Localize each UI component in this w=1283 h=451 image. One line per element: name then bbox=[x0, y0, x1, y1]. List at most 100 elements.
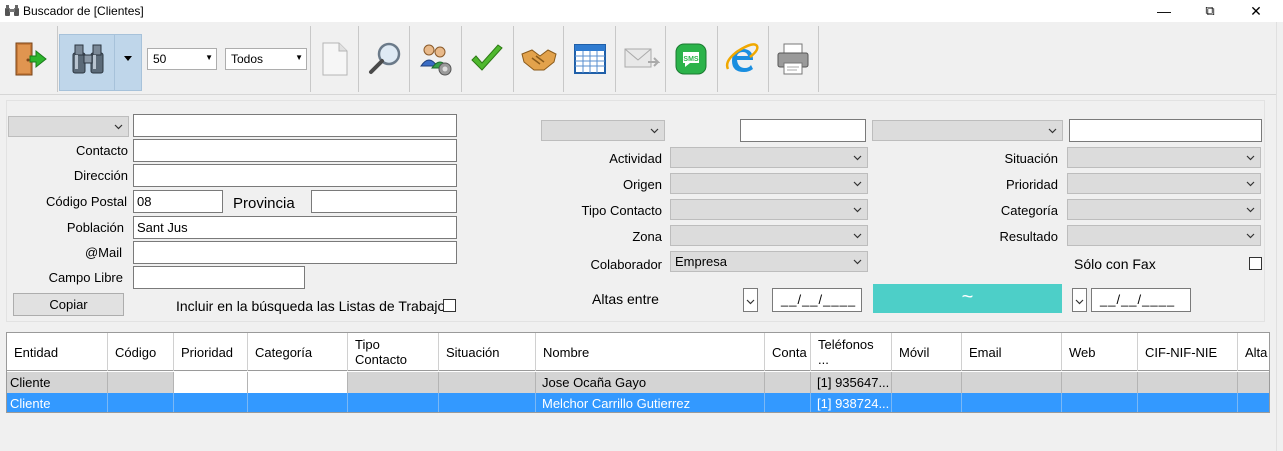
column-header-tipo-contacto[interactable]: Tipo Contacto bbox=[348, 333, 439, 371]
date-from-dropdown[interactable] bbox=[743, 288, 758, 312]
column-header-codigo[interactable]: Código bbox=[108, 333, 174, 371]
internet-explorer-icon bbox=[725, 43, 759, 72]
column-header-web[interactable]: Web bbox=[1062, 333, 1138, 371]
accept-button[interactable] bbox=[465, 30, 509, 88]
colaborador-label: Colaborador bbox=[590, 257, 662, 272]
poblacion-input[interactable]: Sant Jus bbox=[133, 216, 457, 239]
field-value-input[interactable] bbox=[133, 114, 457, 137]
field-type-select[interactable] bbox=[8, 116, 129, 137]
scope-select-value: Todos bbox=[231, 52, 264, 66]
middle-field-input[interactable] bbox=[740, 119, 866, 142]
table-row-selected[interactable]: Cliente Melchor Carrillo Gutierrez [1] 9… bbox=[7, 393, 1269, 412]
minimize-button[interactable]: — bbox=[1141, 0, 1187, 22]
campo-libre-input[interactable] bbox=[133, 266, 305, 289]
print-button[interactable] bbox=[771, 30, 815, 88]
search-dropdown-button[interactable] bbox=[115, 30, 141, 88]
contacto-input[interactable] bbox=[133, 139, 457, 162]
column-header-cif[interactable]: CIF-NIF-NIE bbox=[1138, 333, 1238, 371]
zona-label: Zona bbox=[632, 229, 662, 244]
right-field-type-select[interactable] bbox=[872, 120, 1063, 141]
date-to-input[interactable]: __/__/____ bbox=[1091, 288, 1191, 312]
web-button[interactable] bbox=[720, 30, 764, 88]
column-header-contacto[interactable]: Conta bbox=[765, 333, 811, 371]
cell-web bbox=[1062, 393, 1138, 412]
search-button[interactable] bbox=[66, 30, 110, 88]
zona-select[interactable] bbox=[670, 225, 868, 246]
categoria-select[interactable] bbox=[1067, 199, 1261, 220]
middle-field-type-select[interactable] bbox=[541, 120, 665, 141]
direccion-label: Dirección bbox=[73, 168, 128, 183]
direccion-input[interactable] bbox=[133, 164, 457, 187]
calendar-button[interactable] bbox=[568, 30, 612, 88]
toolbar-separator bbox=[57, 26, 58, 92]
sms-icon: SMS bbox=[675, 43, 707, 75]
deal-button[interactable] bbox=[517, 30, 561, 88]
email-icon bbox=[624, 48, 660, 68]
sms-icon-text: SMS bbox=[683, 56, 699, 63]
date-from-input[interactable]: __/__/____ bbox=[772, 288, 862, 312]
chevron-down-icon bbox=[1075, 299, 1084, 305]
chevron-down-icon bbox=[746, 299, 755, 305]
chevron-down-icon bbox=[853, 181, 862, 187]
results-table: Entidad Código Prioridad Categoría Tipo … bbox=[6, 332, 1270, 413]
date-range-button[interactable]: ~ bbox=[873, 284, 1062, 313]
handshake-icon bbox=[521, 49, 557, 71]
maximize-button[interactable]: ⧉ bbox=[1187, 0, 1233, 22]
close-button[interactable]: ✕ bbox=[1233, 0, 1279, 22]
table-row[interactable]: Cliente Jose Ocaña Gayo [1] 935647... bbox=[7, 372, 1269, 393]
chevron-down-icon bbox=[1246, 233, 1255, 239]
toolbar-separator bbox=[768, 26, 769, 92]
codigo-postal-input[interactable]: 08 bbox=[133, 190, 223, 213]
binoculars-app-icon bbox=[5, 5, 19, 16]
incluir-listas-checkbox[interactable] bbox=[443, 299, 456, 312]
right-field-input[interactable] bbox=[1069, 119, 1262, 142]
colaborador-select[interactable]: Empresa bbox=[670, 251, 868, 272]
column-header-alta[interactable]: Alta bbox=[1238, 333, 1269, 371]
chevron-down-icon bbox=[1246, 207, 1255, 213]
column-header-situacion[interactable]: Situación bbox=[439, 333, 536, 371]
limit-select[interactable]: 50 ▼ bbox=[147, 48, 217, 70]
column-header-categoria[interactable]: Categoría bbox=[248, 333, 348, 371]
sms-button[interactable]: SMS bbox=[669, 30, 713, 88]
cell-categoria bbox=[248, 372, 348, 393]
toolbar-separator bbox=[409, 26, 410, 92]
cell-movil bbox=[892, 372, 962, 393]
column-header-movil[interactable]: Móvil bbox=[892, 333, 962, 371]
situacion-select[interactable] bbox=[1067, 147, 1261, 168]
column-header-prioridad[interactable]: Prioridad bbox=[174, 333, 248, 371]
mail-input[interactable] bbox=[133, 241, 457, 264]
solo-fax-checkbox[interactable] bbox=[1249, 257, 1262, 270]
scope-select[interactable]: Todos ▼ bbox=[225, 48, 307, 70]
tipo-contacto-select[interactable] bbox=[670, 199, 868, 220]
column-header-entidad[interactable]: Entidad bbox=[7, 333, 108, 371]
zoom-button[interactable] bbox=[363, 30, 407, 88]
chevron-down-icon bbox=[650, 128, 659, 134]
cell-alta bbox=[1238, 393, 1269, 412]
origen-select[interactable] bbox=[670, 173, 868, 194]
actividad-select[interactable] bbox=[670, 147, 868, 168]
limit-select-value: 50 bbox=[153, 52, 167, 66]
date-to-dropdown[interactable] bbox=[1072, 288, 1087, 312]
cell-nombre: Jose Ocaña Gayo bbox=[536, 372, 765, 393]
toolbar-separator bbox=[513, 26, 514, 92]
column-header-nombre[interactable]: Nombre bbox=[536, 333, 765, 371]
column-header-email[interactable]: Email bbox=[962, 333, 1062, 371]
chevron-down-icon bbox=[853, 155, 862, 161]
exit-icon bbox=[15, 42, 47, 76]
provincia-input[interactable] bbox=[311, 190, 457, 213]
prioridad-select[interactable] bbox=[1067, 173, 1261, 194]
new-button[interactable] bbox=[313, 30, 357, 88]
chevron-down-icon bbox=[1246, 181, 1255, 187]
caret-down-icon: ▼ bbox=[205, 53, 213, 62]
toolbar-separator bbox=[358, 26, 359, 92]
cell-alta bbox=[1238, 372, 1269, 393]
email-button[interactable] bbox=[619, 30, 663, 88]
copiar-button[interactable]: Copiar bbox=[13, 293, 124, 316]
actividad-label: Actividad bbox=[609, 151, 662, 166]
exit-button[interactable] bbox=[8, 30, 52, 88]
vertical-scrollbar[interactable] bbox=[1276, 22, 1283, 451]
resultado-select[interactable] bbox=[1067, 225, 1261, 246]
toolbar-separator bbox=[310, 26, 311, 92]
column-header-telefonos[interactable]: Teléfonos ... bbox=[811, 333, 892, 371]
users-config-button[interactable] bbox=[413, 30, 457, 88]
